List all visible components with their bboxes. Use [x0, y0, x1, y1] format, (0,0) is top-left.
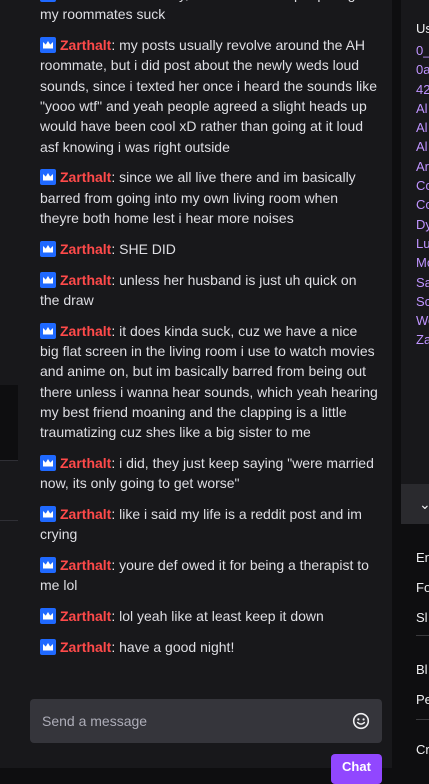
- chat-separator: :: [111, 557, 120, 574]
- viewer-name-link[interactable]: Sc: [416, 292, 429, 311]
- collapse-toggle[interactable]: ⌄: [401, 484, 429, 524]
- viewer-name-link[interactable]: Za: [416, 330, 429, 349]
- viewer-name-link[interactable]: Dy: [416, 215, 429, 234]
- crown-badge-icon[interactable]: [40, 169, 56, 186]
- chat-separator: :: [111, 169, 120, 186]
- chat-message-text: lol yeah like at least keep it down: [119, 608, 324, 625]
- viewer-name-link[interactable]: We: [416, 311, 429, 330]
- chat-separator: :: [111, 454, 120, 471]
- chat-message: Zarthalt: youre def owed it for being a …: [40, 555, 378, 596]
- chat-message: Zarthalt: SHE DID: [40, 239, 378, 259]
- crown-badge-icon[interactable]: [40, 37, 56, 54]
- chat-username[interactable]: Zarthalt: [60, 169, 111, 185]
- crown-badge-icon[interactable]: [40, 557, 56, 574]
- viewer-name-link[interactable]: Lu: [416, 234, 429, 253]
- chat-input-box[interactable]: [30, 699, 382, 743]
- left-edge-panel: [0, 0, 18, 768]
- chat-message: Zarthalt: like i said my life is a reddi…: [40, 504, 378, 545]
- chat-username[interactable]: Zarthalt: [60, 506, 111, 522]
- chat-separator: :: [111, 639, 120, 656]
- chat-username[interactable]: Zarthalt: [60, 455, 111, 471]
- left-edge-band: [0, 385, 18, 460]
- viewer-name-link[interactable]: Ar: [416, 157, 429, 176]
- crown-badge-icon[interactable]: [40, 608, 56, 625]
- menu-item[interactable]: Pe: [416, 692, 429, 707]
- viewer-name-link[interactable]: Sa: [416, 273, 429, 292]
- left-edge-divider: [0, 520, 18, 521]
- viewer-name-link[interactable]: 42: [416, 80, 429, 99]
- chat-send-button[interactable]: Chat: [331, 754, 382, 784]
- chat-username[interactable]: Zarthalt: [60, 557, 111, 573]
- left-edge-divider: [0, 460, 18, 461]
- chat-message-text: not usually, 99% of the time people agre…: [40, 0, 376, 23]
- chat-message-input[interactable]: [30, 699, 342, 743]
- chat-message: Zarthalt: it does kinda suck, cuz we hav…: [40, 321, 378, 443]
- chat-separator: :: [111, 322, 120, 339]
- crown-badge-icon[interactable]: [40, 271, 56, 288]
- chat-separator: :: [111, 506, 120, 523]
- crown-badge-icon[interactable]: [40, 240, 56, 257]
- chat-username[interactable]: Zarthalt: [60, 272, 111, 288]
- chat-separator: :: [111, 271, 120, 288]
- menu-divider: [416, 719, 429, 720]
- chat-message: Zarthalt: not usually, 99% of the time p…: [40, 0, 378, 25]
- chat-message-text: my posts usually revolve around the AH r…: [40, 37, 377, 155]
- menu-divider: [416, 635, 429, 636]
- viewer-name-link[interactable]: Co: [416, 195, 429, 214]
- chat-username[interactable]: Zarthalt: [60, 241, 111, 257]
- viewer-name-link[interactable]: 0a: [416, 60, 429, 79]
- viewer-name-link[interactable]: Al: [416, 118, 429, 137]
- settings-menu: En Fo Sl Bl Pe Cr: [401, 524, 429, 768]
- viewer-name-link[interactable]: Al: [416, 99, 429, 118]
- chat-message: Zarthalt: unless her husband is just uh …: [40, 270, 378, 311]
- chat-separator: :: [111, 37, 120, 54]
- chat-message-list[interactable]: Zarthalt: not usually, 99% of the time p…: [40, 0, 378, 668]
- chat-message: Zarthalt: since we all live there and im…: [40, 167, 378, 228]
- chat-username[interactable]: Zarthalt: [60, 37, 111, 53]
- chat-message-text: have a good night!: [119, 639, 235, 656]
- menu-item[interactable]: Fo: [416, 580, 429, 595]
- viewer-list: 0_0a42AlAlAlArCoCoDyLuMoSaScWeZa: [416, 41, 429, 350]
- viewer-name-link[interactable]: 0_: [416, 41, 429, 60]
- crown-badge-icon[interactable]: [40, 454, 56, 471]
- chat-separator: :: [111, 0, 119, 2]
- menu-item[interactable]: Cr: [416, 742, 429, 757]
- chat-message: Zarthalt: i did, they just keep saying "…: [40, 453, 378, 494]
- crown-badge-icon[interactable]: [40, 0, 56, 2]
- chat-separator: :: [111, 240, 120, 257]
- chat-message: Zarthalt: lol yeah like at least keep it…: [40, 606, 378, 626]
- chat-message-text: SHE DID: [119, 240, 176, 257]
- chat-message-text: it does kinda suck, cuz we have a nice b…: [40, 322, 378, 441]
- menu-item[interactable]: Sl: [416, 610, 428, 625]
- chat-username[interactable]: Zarthalt: [60, 639, 111, 655]
- chevron-down-icon[interactable]: ⌄: [419, 496, 429, 513]
- chat-separator: :: [111, 608, 120, 625]
- viewer-name-link[interactable]: Mo: [416, 253, 429, 272]
- chat-panel: Zarthalt: not usually, 99% of the time p…: [18, 0, 392, 784]
- chat-username[interactable]: Zarthalt: [60, 608, 111, 624]
- viewer-name-link[interactable]: Co: [416, 176, 429, 195]
- emote-picker-icon[interactable]: [352, 712, 370, 730]
- viewer-list-heading: Us: [416, 21, 429, 36]
- crown-badge-icon[interactable]: [40, 639, 56, 656]
- chat-message: Zarthalt: my posts usually revolve aroun…: [40, 35, 378, 157]
- right-gap: [392, 0, 401, 768]
- crown-badge-icon[interactable]: [40, 322, 56, 339]
- chat-username[interactable]: Zarthalt: [60, 0, 111, 2]
- crown-badge-icon[interactable]: [40, 506, 56, 523]
- menu-item[interactable]: Bl: [416, 662, 428, 677]
- chat-message: Zarthalt: have a good night!: [40, 637, 378, 657]
- viewer-name-link[interactable]: Al: [416, 137, 429, 156]
- viewer-list-panel: Us 0_0a42AlAlAlArCoCoDyLuMoSaScWeZa: [401, 0, 429, 484]
- chat-username[interactable]: Zarthalt: [60, 323, 111, 339]
- menu-item[interactable]: En: [416, 550, 429, 565]
